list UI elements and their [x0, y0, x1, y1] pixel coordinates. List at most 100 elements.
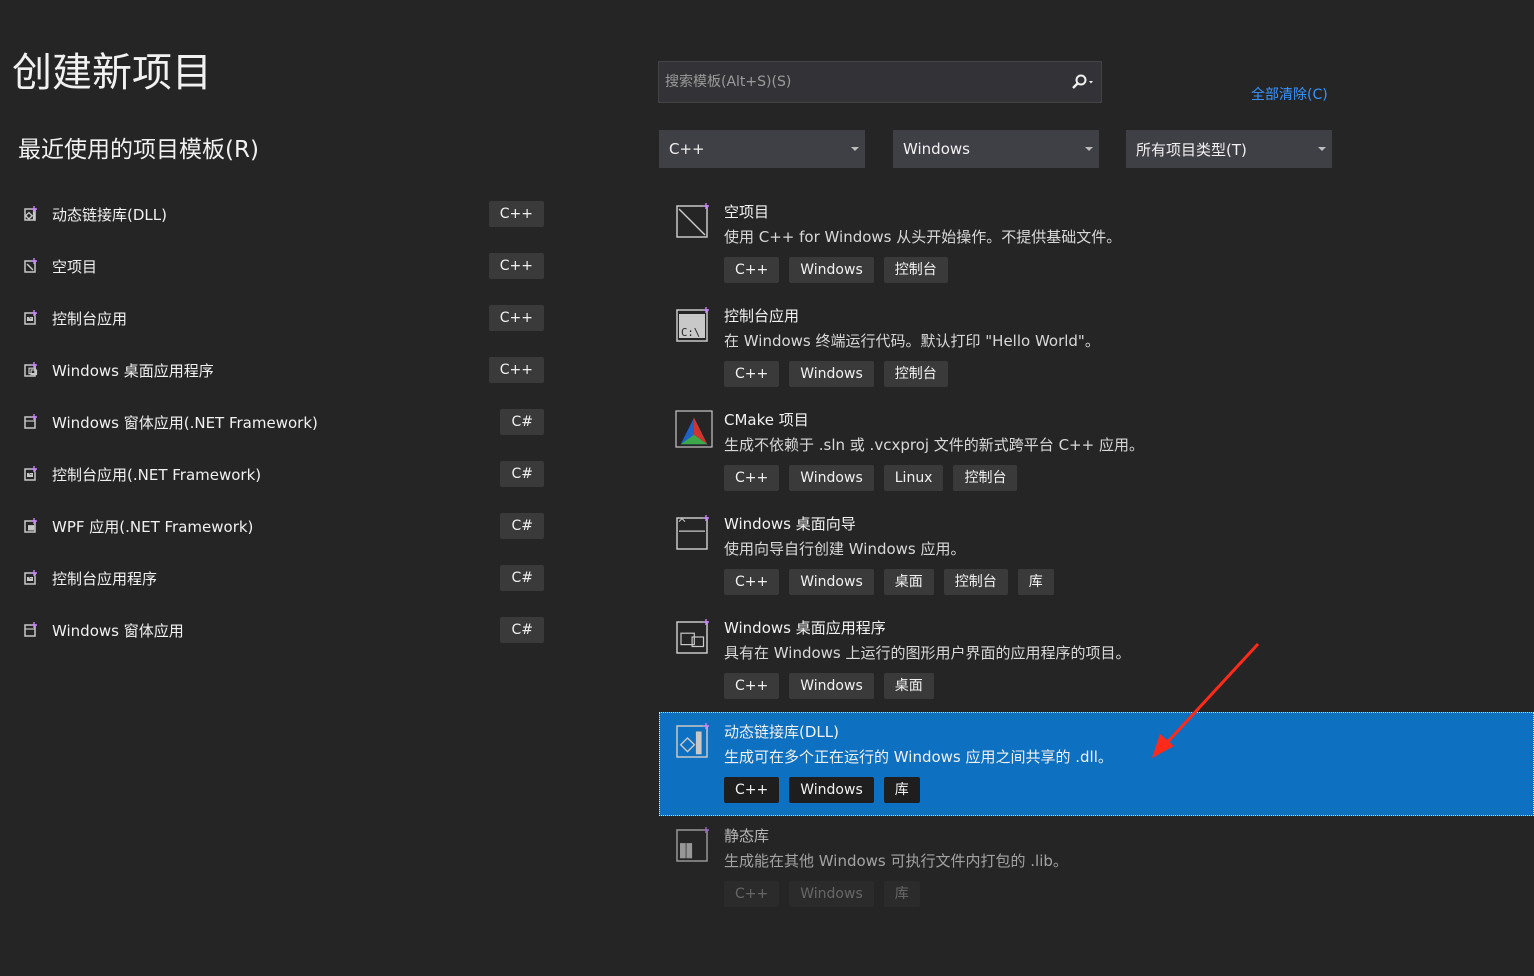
- wpf-icon: [22, 516, 42, 536]
- template-tag: C++: [724, 257, 780, 283]
- recent-template-item[interactable]: 动态链接库(DLL) C++: [18, 188, 548, 240]
- template-item[interactable]: 静态库 生成能在其他 Windows 可执行文件内打包的 .lib。 C++ Wind…: [659, 816, 1534, 920]
- template-tag: Windows: [789, 673, 874, 699]
- recent-template-item[interactable]: Windows 桌面应用程序 C++: [18, 344, 548, 396]
- template-name: 空项目: [724, 203, 770, 221]
- template-name: Windows 桌面向导: [724, 515, 856, 533]
- create-project-window: 创建新项目 最近使用的项目模板(R) 动态链接库(DLL) C++ 空项目 C++ C:…: [0, 0, 1534, 976]
- template-tags: C++ Windows 控制台: [724, 257, 948, 283]
- recent-template-label: 控制台应用(.NET Framework): [52, 465, 262, 484]
- template-tag: Windows: [789, 361, 874, 387]
- template-tags: C++ Windows 库: [724, 777, 920, 803]
- template-tag: 桌面: [883, 673, 934, 699]
- language-badge: C#: [500, 409, 544, 435]
- recent-template-item[interactable]: C:\ 控制台应用(.NET Framework) C#: [18, 448, 548, 500]
- recent-templates-heading: 最近使用的项目模板(R): [18, 137, 259, 163]
- template-tag: Windows: [789, 257, 874, 283]
- recent-template-label: 控制台应用程序: [52, 569, 158, 588]
- recent-template-item[interactable]: 空项目 C++: [18, 240, 548, 292]
- recent-template-item[interactable]: C:\ 控制台应用程序 C#: [18, 552, 548, 604]
- template-tag: Windows: [789, 465, 874, 491]
- template-description: 使用 C++ for Windows 从头开始操作。不提供基础文件。: [724, 228, 1122, 246]
- template-tags: C++ Windows 桌面: [724, 673, 934, 699]
- platform-filter-dropdown[interactable]: Windows: [893, 130, 1099, 168]
- template-tag: Windows: [789, 569, 874, 595]
- template-item[interactable]: C:\ 控制台应用在 Windows 终端运行代码。默认打印 "Hello Wor…: [659, 296, 1534, 400]
- recent-template-item[interactable]: WPF 应用(.NET Framework) C#: [18, 500, 548, 552]
- template-description: 使用向导自行创建 Windows 应用。: [724, 540, 966, 558]
- template-description: 具有在 Windows 上运行的图形用户界面的应用程序的项目。: [724, 644, 1131, 662]
- wizard-icon: [675, 514, 713, 552]
- recent-template-label: Windows 窗体应用: [52, 621, 184, 640]
- dll-icon: [675, 722, 713, 760]
- project-type-filter-dropdown[interactable]: 所有项目类型(T): [1126, 130, 1332, 168]
- clear-all-link[interactable]: 全部清除(C): [1251, 84, 1328, 104]
- chevron-down-icon: [1085, 147, 1093, 151]
- language-filter-dropdown[interactable]: C++: [659, 130, 865, 168]
- static-lib-icon: [675, 826, 713, 864]
- template-tag: 控制台: [943, 569, 1008, 595]
- template-name: CMake 项目: [724, 411, 809, 429]
- recent-template-item[interactable]: Windows 窗体应用(.NET Framework) C#: [18, 396, 548, 448]
- console-app-icon: C:\: [675, 306, 713, 344]
- chevron-down-icon: [851, 147, 859, 151]
- language-filter-value: C++: [669, 140, 705, 158]
- desktop-app-icon: [675, 618, 713, 656]
- template-tags: C++ Windows 桌面 控制台库: [724, 569, 1054, 595]
- language-badge: C++: [488, 253, 544, 279]
- template-item[interactable]: Windows 桌面向导使用向导自行创建 Windows 应用。 C++ Windo…: [659, 504, 1534, 608]
- template-tag: C++: [724, 569, 780, 595]
- template-tag: 库: [883, 881, 920, 907]
- recent-template-item[interactable]: Windows 窗体应用 C#: [18, 604, 548, 656]
- winforms-icon: [22, 412, 42, 432]
- language-badge: C++: [488, 305, 544, 331]
- recent-template-label: WPF 应用(.NET Framework): [52, 517, 254, 536]
- template-description: 生成不依赖于 .sln 或 .vcxproj 文件的新式跨平台 C++ 应用。: [724, 436, 1144, 454]
- template-tag: 桌面: [883, 569, 934, 595]
- template-tag: Windows: [789, 881, 874, 907]
- recent-template-label: Windows 窗体应用(.NET Framework): [52, 413, 318, 432]
- template-name: 控制台应用: [724, 307, 800, 325]
- desktop-app-icon: [22, 360, 42, 380]
- template-item[interactable]: Windows 桌面应用程序具有在 Windows 上运行的图形用户界面的应用程…: [659, 608, 1534, 712]
- project-type-filter-value: 所有项目类型(T): [1136, 140, 1247, 159]
- template-tag: 库: [883, 777, 920, 803]
- recent-templates-list: 动态链接库(DLL) C++ 空项目 C++ C:\ 控制台应用 C++ Windows 桌面…: [18, 188, 548, 656]
- template-item[interactable]: 动态链接库(DLL) 生成可在多个正在运行的 Windows 应用之间共享的 .d…: [659, 712, 1534, 816]
- recent-template-label: 空项目: [52, 257, 98, 276]
- page-title: 创建新项目: [12, 50, 212, 96]
- template-tag: 库: [1017, 569, 1054, 595]
- template-tag: C++: [724, 881, 780, 907]
- language-badge: C#: [500, 461, 544, 487]
- search-box: [658, 61, 1102, 103]
- template-tag: C++: [724, 777, 780, 803]
- empty-project-icon: [22, 256, 42, 276]
- template-description: 生成可在多个正在运行的 Windows 应用之间共享的 .dll。: [724, 748, 1113, 766]
- template-tags: C++ Windows 控制台: [724, 361, 948, 387]
- recent-template-item[interactable]: C:\ 控制台应用 C++: [18, 292, 548, 344]
- template-tag: C++: [724, 673, 780, 699]
- winforms-icon: [22, 620, 42, 640]
- template-tag: 控制台: [883, 257, 948, 283]
- cmake-icon: [675, 410, 713, 448]
- language-badge: C#: [500, 513, 544, 539]
- console-app-icon: C:\: [22, 308, 42, 328]
- language-badge: C#: [500, 617, 544, 643]
- template-tag: C++: [724, 465, 780, 491]
- template-description: 生成能在其他 Windows 可执行文件内打包的 .lib。: [724, 852, 1068, 870]
- search-input[interactable]: [659, 73, 1065, 91]
- template-name: Windows 桌面应用程序: [724, 619, 886, 637]
- template-item[interactable]: CMake 项目生成不依赖于 .sln 或 .vcxproj 文件的新式跨平台 …: [659, 400, 1534, 504]
- platform-filter-value: Windows: [903, 140, 970, 158]
- console-app-icon: C:\: [22, 464, 42, 484]
- template-list: 空项目使用 C++ for Windows 从头开始操作。不提供基础文件。 C++…: [659, 192, 1534, 920]
- console-app-icon: C:\: [22, 568, 42, 588]
- template-tag: Linux: [883, 465, 944, 491]
- template-tags: C++ Windows 库: [724, 881, 920, 907]
- template-description: 在 Windows 终端运行代码。默认打印 "Hello World"。: [724, 332, 1100, 350]
- language-badge: C#: [500, 565, 544, 591]
- svg-text:C:\: C:\: [681, 326, 700, 339]
- recent-template-label: Windows 桌面应用程序: [52, 361, 214, 380]
- template-item[interactable]: 空项目使用 C++ for Windows 从头开始操作。不提供基础文件。 C++…: [659, 192, 1534, 296]
- search-icon[interactable]: [1065, 62, 1101, 102]
